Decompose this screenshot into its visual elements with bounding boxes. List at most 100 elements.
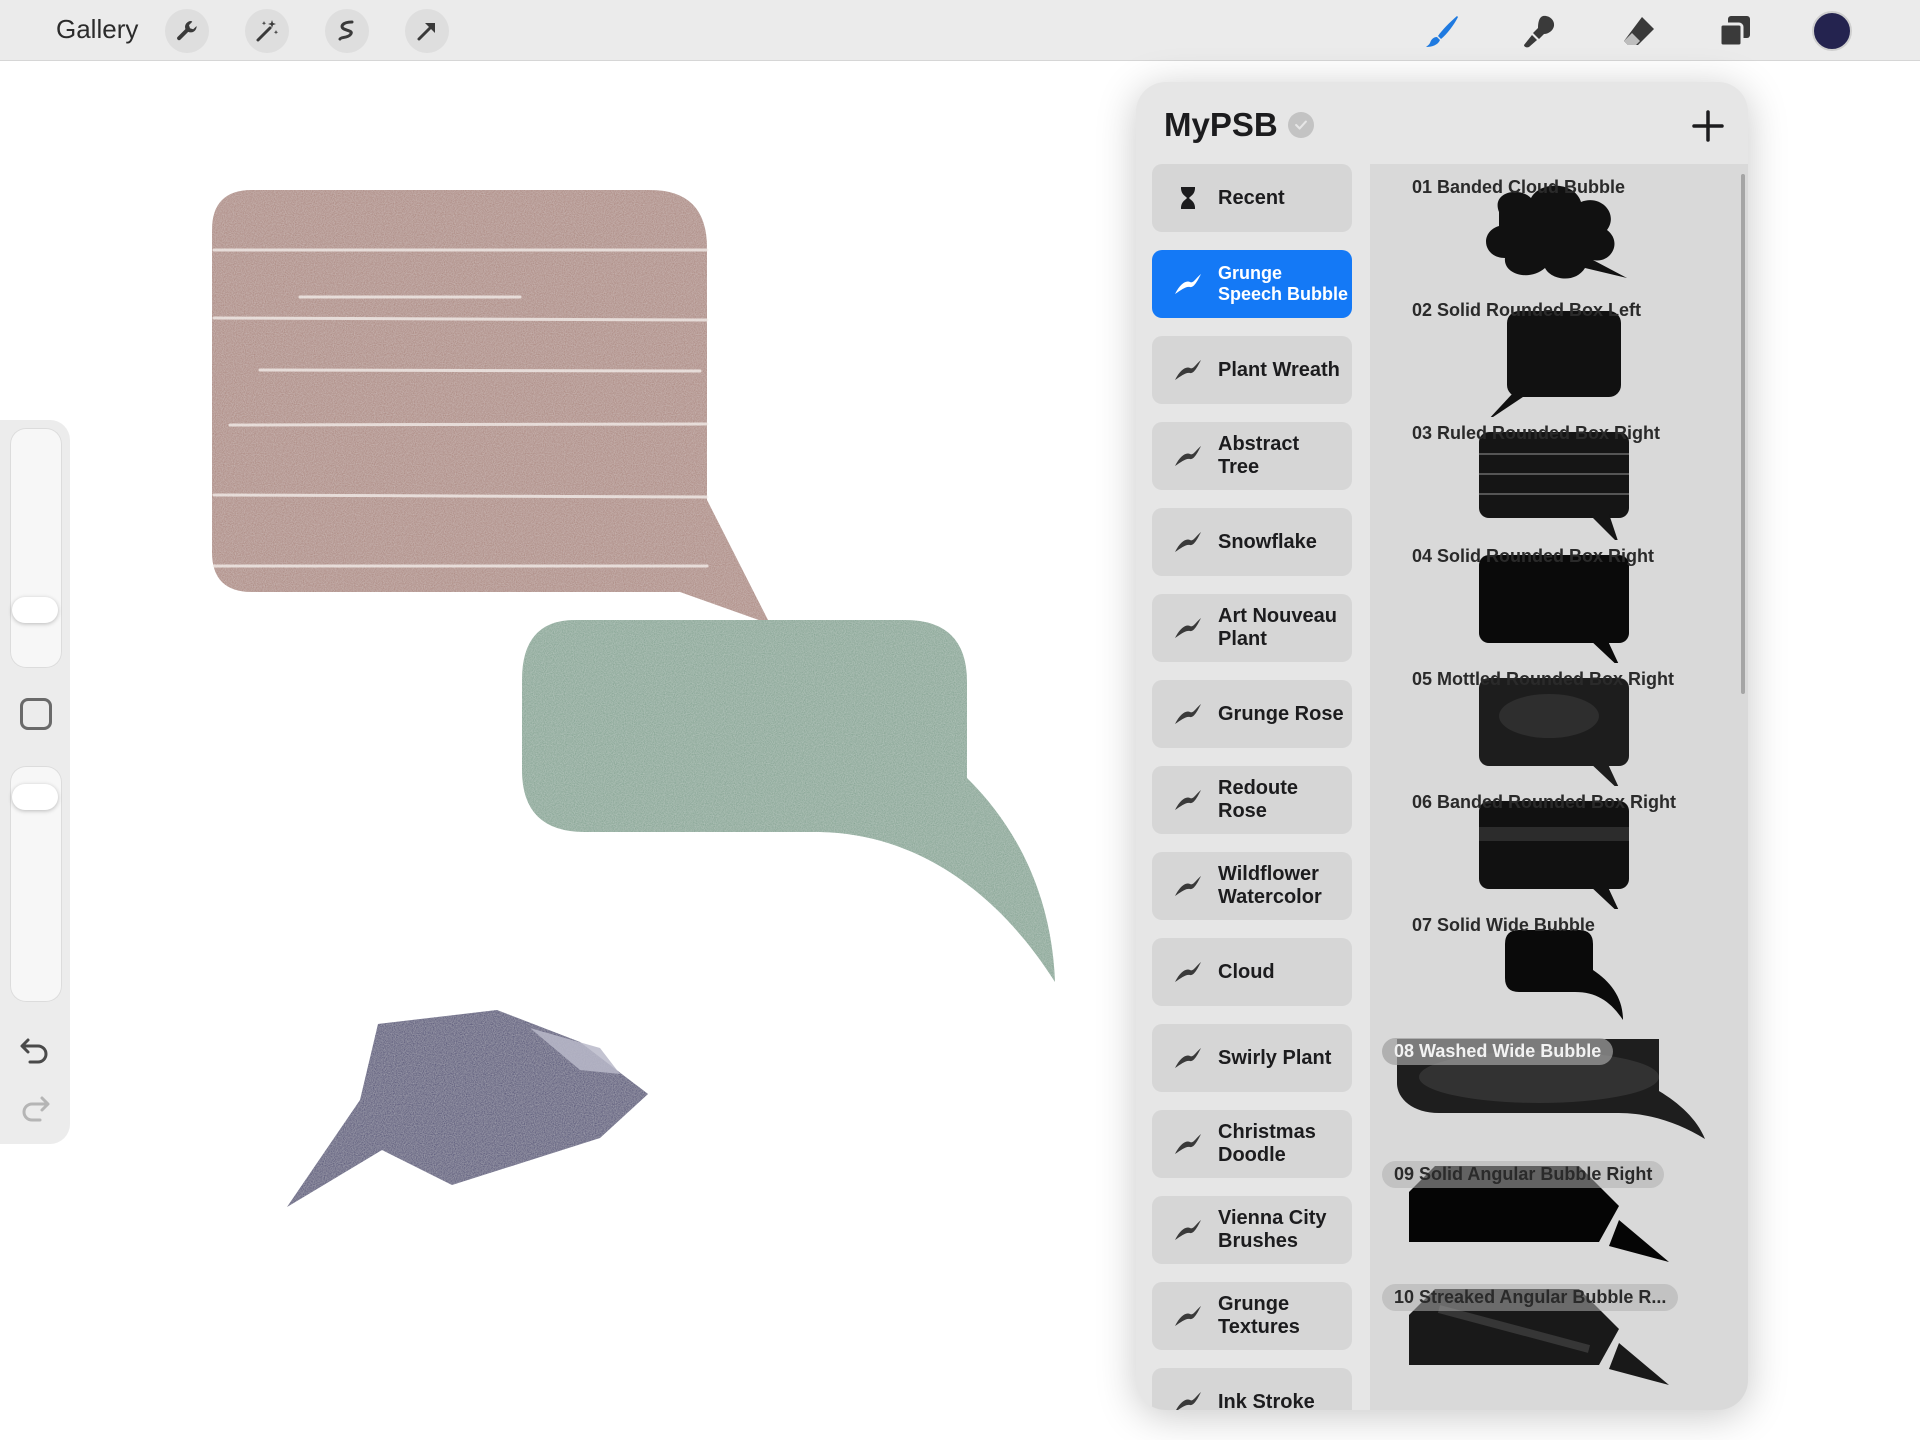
brush-set-label: Grunge Rose [1218, 702, 1344, 725]
brush-item[interactable]: 04 Solid Rounded Box Right [1370, 541, 1730, 663]
brush-set-item[interactable]: Plant Wreath [1152, 336, 1352, 404]
brush-set-label: Art Nouveau Plant [1218, 605, 1337, 650]
mauve-ruled-speech-bubble [212, 190, 770, 624]
brush-stroke-icon [1175, 790, 1201, 810]
brush-stroke-icon [1175, 876, 1201, 896]
brush-stroke-icon [1176, 1392, 1201, 1410]
brush-name: 08 Washed Wide Bubble [1382, 1038, 1614, 1065]
paint-brush-tool[interactable] [1422, 10, 1464, 52]
brush-set-item[interactable]: Recent [1152, 164, 1352, 232]
brush-name: 03 Ruled Rounded Box Right [1412, 423, 1661, 443]
brush-stroke-icon [1175, 360, 1201, 380]
brush-name: 01 Banded Cloud Bubble [1412, 177, 1626, 197]
navy-angular-speech-bubble [287, 1010, 648, 1207]
library-title: MyPSB [1164, 106, 1278, 143]
brush-stroke-icon [1175, 1220, 1201, 1240]
brush-item[interactable]: 02 Solid Rounded Box Left [1370, 295, 1730, 417]
magic-wand-icon [256, 20, 279, 42]
brush-size-slider[interactable] [10, 428, 62, 668]
selection-button[interactable] [325, 9, 369, 53]
brush-name: 02 Solid Rounded Box Left [1412, 300, 1642, 320]
brush-set-label: Snowflake [1218, 530, 1317, 553]
brush-set-item[interactable]: Redoute Rose [1152, 766, 1352, 834]
brush-stroke-icon [1175, 274, 1201, 294]
brush-item[interactable]: 07 Solid Wide Bubble [1370, 910, 1730, 1032]
brush-name: 05 Mottled Rounded Box Right [1412, 669, 1674, 689]
brush-item[interactable]: 05 Mottled Rounded Box Right [1370, 664, 1730, 786]
square-modify-icon[interactable] [20, 698, 52, 730]
hourglass-icon [1181, 187, 1195, 209]
undo-icon[interactable] [18, 1032, 52, 1066]
brush-set-item[interactable]: Grunge Rose [1152, 680, 1352, 748]
checkmark-icon [1288, 112, 1314, 138]
brush-name: 04 Solid Rounded Box Right [1412, 546, 1654, 566]
brush-set-label: Vienna City Brushes [1218, 1207, 1327, 1252]
brush-set-label: Redoute Rose [1218, 777, 1298, 822]
brush-name: 09 Solid Angular Bubble Right [1382, 1161, 1665, 1188]
brush-set-item[interactable]: Grunge Speech Bubble [1152, 250, 1352, 318]
brush-item[interactable]: 10 Streaked Angular Bubble R... [1370, 1279, 1730, 1401]
brush-item[interactable]: 09 Solid Angular Bubble Right [1370, 1156, 1730, 1278]
brush-name: 10 Streaked Angular Bubble R... [1382, 1284, 1679, 1311]
brushes-scrollbar[interactable] [1741, 174, 1745, 694]
left-sidebar [0, 420, 70, 1144]
brush-set-item[interactable]: Vienna City Brushes [1152, 1196, 1352, 1264]
brush-item[interactable]: 01 Banded Cloud Bubble [1370, 172, 1730, 294]
brush-set-item[interactable]: Art Nouveau Plant [1152, 594, 1352, 662]
eraser-icon [1624, 17, 1654, 45]
brush-set-item[interactable]: Swirly Plant [1152, 1024, 1352, 1092]
brush-set-label: Recent [1218, 186, 1285, 209]
brush-set-label: Abstract Tree [1218, 433, 1300, 478]
brush-library-panel: MyPSB Recent Grunge Speech Bubble Plant Wr… [1136, 82, 1748, 1410]
brush-item[interactable]: 06 Banded Rounded Box Right [1370, 787, 1730, 909]
smudge-tool[interactable] [1519, 10, 1561, 52]
brush-name: 06 Banded Rounded Box Right [1412, 792, 1677, 812]
brush-item[interactable]: 08 Washed Wide Bubble [1370, 1033, 1730, 1155]
opacity-handle[interactable] [12, 784, 58, 811]
brush-set-label: Cloud [1218, 960, 1275, 983]
brush-stroke-icon [1175, 446, 1201, 466]
opacity-slider[interactable] [10, 766, 62, 1002]
brush-set-item[interactable]: Wildflower Watercolor [1152, 852, 1352, 920]
brush-stroke-icon [1175, 1306, 1201, 1326]
smudge-icon [1524, 15, 1555, 48]
brushes-list: 01 Banded Cloud Bubble 02 Solid Rounded B… [1370, 164, 1748, 1410]
brush-set-label: Swirly Plant [1218, 1046, 1332, 1069]
paint-brush-icon [1426, 16, 1458, 47]
brush-set-label: Ink Stroke [1218, 1390, 1315, 1411]
brush-set-label: Wildflower Watercolor [1218, 863, 1322, 908]
gallery-button[interactable]: Gallery [56, 14, 138, 45]
brush-set-label: Christmas Doodle [1218, 1121, 1316, 1166]
transform-arrow-icon [417, 23, 435, 41]
brush-item[interactable]: 03 Ruled Rounded Box Right [1370, 418, 1730, 540]
redo-icon[interactable] [18, 1090, 52, 1124]
brush-set-item[interactable]: Snowflake [1152, 508, 1352, 576]
brush-stroke-icon [1175, 618, 1201, 638]
brush-set-item[interactable]: Ink Stroke [1152, 1368, 1352, 1410]
brush-stroke-icon [1175, 1134, 1201, 1154]
layers-icon [1718, 16, 1750, 48]
top-toolbar: Gallery [0, 0, 1920, 61]
layers-tool[interactable] [1714, 10, 1756, 52]
brush-stroke-icon [1175, 962, 1201, 982]
adjustments-button[interactable] [245, 9, 289, 53]
brush-set-label: Plant Wreath [1218, 358, 1340, 381]
brush-set-item[interactable]: Christmas Doodle [1152, 1110, 1352, 1178]
brush-stroke-icon [1175, 1048, 1201, 1068]
transform-button[interactable] [405, 9, 449, 53]
actions-button[interactable] [165, 9, 209, 53]
sage-rounded-speech-bubble [522, 620, 1055, 982]
brush-set-item[interactable]: Grunge Textures [1152, 1282, 1352, 1350]
wrench-icon [177, 21, 197, 41]
brush-set-item[interactable]: Abstract Tree [1152, 422, 1352, 490]
plus-icon[interactable] [1686, 104, 1730, 148]
color-picker-swatch[interactable] [1812, 11, 1852, 51]
brush-stroke-icon [1175, 704, 1201, 724]
brush-size-handle[interactable] [12, 596, 58, 623]
brush-set-item[interactable]: Cloud [1152, 938, 1352, 1006]
brush-set-label: Grunge Speech Bubble [1218, 263, 1349, 304]
brush-set-label: Grunge Textures [1218, 1293, 1300, 1338]
brush-stroke-icon [1175, 532, 1201, 552]
eraser-tool[interactable] [1618, 10, 1660, 52]
brush-sets-list: Recent Grunge Speech Bubble Plant Wreath Ab… [1136, 164, 1370, 1410]
